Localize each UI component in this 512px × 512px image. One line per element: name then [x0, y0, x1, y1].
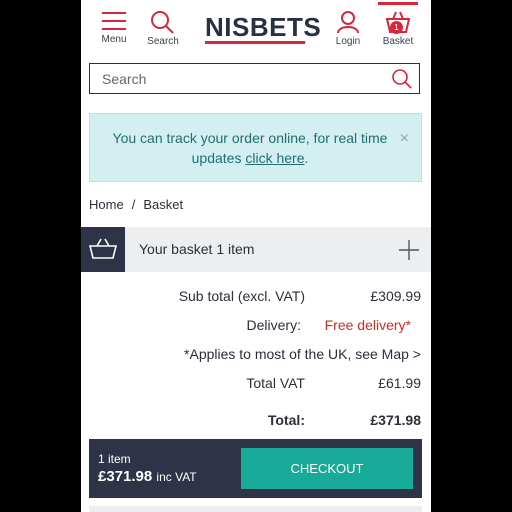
basket-count-badge: 1	[390, 21, 403, 34]
total-label: Total:	[267, 412, 305, 428]
menu-button[interactable]: Menu	[94, 10, 134, 45]
search-bar	[89, 63, 420, 94]
search-icon	[151, 11, 174, 34]
basket-panel-title: Your basket 1 item	[139, 241, 255, 257]
menu-label: Menu	[101, 34, 127, 45]
click-here-link[interactable]: click here	[245, 150, 304, 166]
breadcrumb-current: Basket	[143, 197, 184, 212]
notice-end: .	[304, 150, 309, 166]
delivery-value: Free delivery*	[324, 317, 411, 333]
basket-outline-icon	[89, 238, 117, 259]
active-indicator	[378, 2, 418, 5]
site-header: Menu Search NISBETS Login 1 Basket	[81, 0, 431, 58]
nisbets-logo[interactable]: NISBETS	[205, 12, 322, 44]
total-value: £371.98	[370, 412, 421, 428]
search-input[interactable]	[90, 64, 392, 93]
checkout-button[interactable]: CHECKOUT	[241, 448, 413, 489]
checkout-bar: 1 item £371.98 inc VAT CHECKOUT	[89, 439, 422, 498]
delivery-map-link[interactable]: *Applies to most of the UK, see Map >	[184, 346, 421, 362]
checkout-item-count: 1 item	[98, 452, 131, 466]
header-search-button[interactable]: Search	[143, 10, 183, 47]
search-label: Search	[147, 36, 179, 47]
checkout-price: £371.98 inc VAT	[98, 468, 197, 485]
basket-button[interactable]: 1 Basket	[378, 10, 418, 47]
delivery-label: Delivery:	[246, 317, 301, 333]
logo-text: NISBETS	[205, 12, 322, 42]
checkout-price-value: £371.98	[98, 468, 153, 485]
next-section-strip	[89, 506, 422, 512]
login-button[interactable]: Login	[328, 10, 368, 47]
search-submit-icon[interactable]	[391, 68, 413, 90]
breadcrumb-separator: /	[131, 197, 136, 212]
vat-label: Total VAT	[246, 375, 305, 391]
subtotal-label: Sub total (excl. VAT)	[178, 288, 305, 304]
login-label: Login	[335, 36, 361, 47]
order-tracking-notice: You can track your order online, for rea…	[89, 113, 422, 182]
expand-plus-icon[interactable]	[398, 239, 420, 261]
basket-label: Basket	[382, 36, 414, 47]
mobile-page: Menu Search NISBETS Login 1 Basket Searc…	[81, 0, 431, 512]
notice-message: You can track your order online, for rea…	[100, 128, 400, 168]
checkout-price-suffix: inc VAT	[156, 470, 197, 484]
vat-value: £61.99	[378, 375, 421, 391]
basket-panel[interactable]: Your basket 1 item	[81, 227, 431, 272]
basket-panel-icon-box	[81, 227, 125, 272]
user-icon	[337, 11, 359, 34]
subtotal-value: £309.99	[370, 288, 421, 304]
breadcrumb: Home / Basket	[89, 197, 183, 212]
breadcrumb-home[interactable]: Home	[89, 197, 124, 212]
hamburger-icon	[102, 12, 126, 30]
close-icon[interactable]: ×	[400, 130, 409, 148]
